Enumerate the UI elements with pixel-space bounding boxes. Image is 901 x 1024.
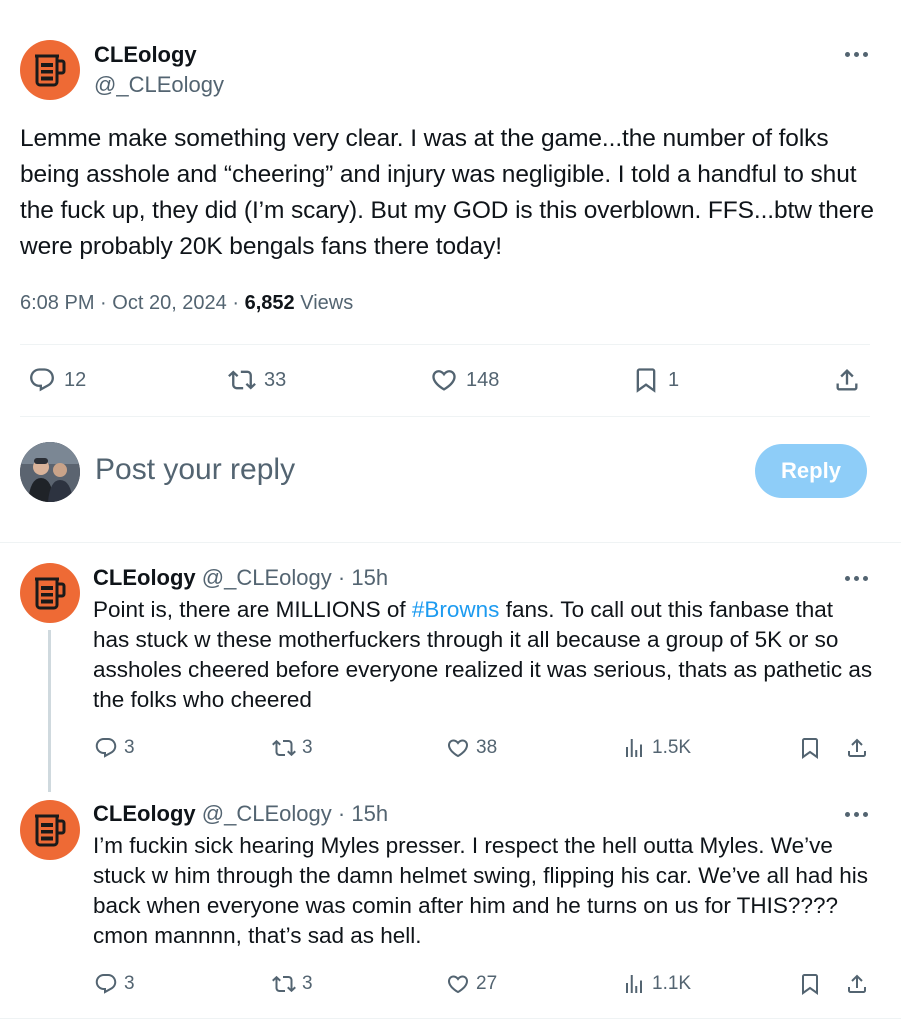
bookmark-button[interactable] <box>798 736 822 760</box>
repost-button[interactable]: 3 <box>272 972 313 996</box>
meta-separator: · <box>100 292 107 314</box>
divider <box>20 416 870 417</box>
thread-line <box>48 630 51 792</box>
reply-count: 3 <box>124 973 135 994</box>
like-count: 148 <box>466 368 500 391</box>
bookmark-button[interactable] <box>798 972 822 996</box>
share-button[interactable] <box>845 972 869 996</box>
bookmark-icon <box>798 736 822 760</box>
beaker-logo-icon <box>33 52 67 88</box>
reply-icon <box>28 366 56 394</box>
repost-button[interactable]: 33 <box>228 366 286 394</box>
beaker-logo-icon <box>33 575 67 611</box>
bookmark-count: 1 <box>668 368 680 391</box>
reply-submit-button[interactable]: Reply <box>755 444 867 498</box>
repost-count: 3 <box>302 737 313 758</box>
reply-text: Point is, there are MILLIONS of #Browns … <box>93 595 873 715</box>
tweet-meta: 6:08 PM · Oct 20, 2024 · 6,852 Views <box>20 292 353 315</box>
tweet-time[interactable]: 6:08 PM <box>20 292 94 314</box>
user-photo-icon <box>20 442 80 502</box>
author-avatar[interactable] <box>20 40 80 100</box>
share-button[interactable] <box>845 736 869 760</box>
tweet-date[interactable]: Oct 20, 2024 <box>112 292 227 314</box>
views-icon <box>622 972 646 996</box>
reply-author-name[interactable]: CLEology <box>93 801 196 826</box>
tweet-text: Lemme make something very clear. I was a… <box>20 125 874 260</box>
reply-icon <box>94 972 118 996</box>
divider <box>20 344 870 345</box>
bookmark-icon <box>632 366 660 394</box>
heart-icon <box>430 366 458 394</box>
author-name[interactable]: CLEology <box>94 42 197 68</box>
meta-separator: · <box>337 801 346 826</box>
reply-author-name[interactable]: CLEology <box>93 565 196 590</box>
views-button[interactable]: 1.5K <box>622 736 691 760</box>
repost-icon <box>272 972 296 996</box>
like-count: 38 <box>476 737 498 758</box>
share-button[interactable] <box>833 366 861 394</box>
views-button[interactable]: 1.1K <box>622 972 691 996</box>
meta-separator: · <box>337 565 346 590</box>
share-icon <box>833 366 861 394</box>
repost-count: 33 <box>264 368 287 391</box>
repost-button[interactable]: 3 <box>272 736 313 760</box>
reply-age[interactable]: 15h <box>351 801 388 826</box>
heart-icon <box>446 736 470 760</box>
author-handle[interactable]: @_CLEology <box>94 72 224 98</box>
views-count: 6,852 <box>244 292 295 314</box>
reply-count: 12 <box>64 368 87 391</box>
hashtag-link[interactable]: #Browns <box>412 597 500 622</box>
like-count: 27 <box>476 973 498 994</box>
heart-icon <box>446 972 470 996</box>
repost-icon <box>272 736 296 760</box>
share-icon <box>845 736 869 760</box>
reply-author-handle[interactable]: @_CLEology <box>202 801 332 826</box>
beaker-logo-icon <box>33 812 67 848</box>
views-count: 1.5K <box>652 737 692 758</box>
divider <box>0 1018 901 1019</box>
share-icon <box>845 972 869 996</box>
like-button[interactable]: 27 <box>446 972 497 996</box>
like-button[interactable]: 38 <box>446 736 497 760</box>
reply-header: CLEology @_CLEology · 15h <box>93 801 388 827</box>
reply-text: I’m fuckin sick hearing Myles presser. I… <box>93 833 868 948</box>
views-icon <box>622 736 646 760</box>
more-options-icon[interactable] <box>845 576 868 581</box>
bookmark-button[interactable]: 1 <box>632 366 679 394</box>
like-button[interactable]: 148 <box>430 366 499 394</box>
reply-input[interactable]: Post your reply <box>95 453 295 487</box>
current-user-avatar[interactable] <box>20 442 80 502</box>
reply-header: CLEology @_CLEology · 15h <box>93 565 388 591</box>
views-label: Views <box>300 292 354 314</box>
more-options-icon[interactable] <box>845 812 868 817</box>
repost-count: 3 <box>302 973 313 994</box>
meta-separator: · <box>232 292 240 314</box>
reply-author-handle[interactable]: @_CLEology <box>202 565 332 590</box>
divider <box>0 542 901 543</box>
reply-count: 3 <box>124 737 135 758</box>
reply-author-avatar[interactable] <box>20 563 80 623</box>
reply-button[interactable]: 3 <box>94 972 135 996</box>
repost-icon <box>228 366 256 394</box>
views-count: 1.1K <box>652 973 692 994</box>
reply-icon <box>94 736 118 760</box>
reply-author-avatar[interactable] <box>20 800 80 860</box>
reply-text-part: Point is, there are MILLIONS of <box>93 597 412 622</box>
more-options-icon[interactable] <box>845 52 868 57</box>
bookmark-icon <box>798 972 822 996</box>
reply-button[interactable]: 12 <box>28 366 86 394</box>
reply-age[interactable]: 15h <box>351 565 388 590</box>
reply-button[interactable]: 3 <box>94 736 135 760</box>
